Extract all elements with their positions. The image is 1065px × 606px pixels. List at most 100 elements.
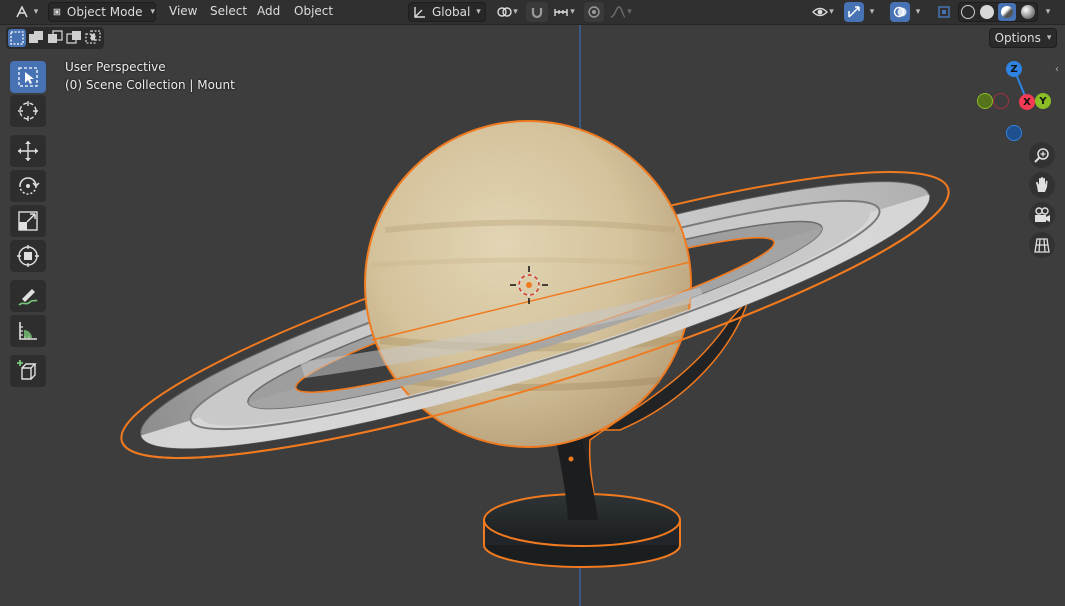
options-label: Options (994, 31, 1041, 45)
gizmo-neg-x-axis[interactable] (993, 93, 1009, 109)
chevron-down-icon: ▾ (150, 7, 155, 17)
material-shading-icon[interactable] (998, 3, 1017, 21)
orientation-label: Global (432, 5, 471, 19)
select-box-icon (18, 67, 38, 87)
grid-ortho-icon (1034, 238, 1050, 253)
camera-view-button[interactable] (1029, 202, 1055, 228)
magnet-icon (531, 8, 543, 19)
pivot-point-dropdown[interactable]: ▾ (492, 2, 522, 22)
tool-measure[interactable] (10, 315, 46, 347)
cursor-icon (18, 101, 38, 121)
viewport-editor-icon (16, 5, 28, 18)
gizmo-x-axis[interactable]: X (1019, 94, 1035, 110)
chevron-down-icon: ▾ (627, 7, 632, 17)
shading-dropdown[interactable]: ▾ (1040, 2, 1056, 22)
mode-dropdown[interactable]: Object Mode ▾ (48, 2, 156, 22)
tool-rotate[interactable] (10, 170, 46, 202)
gizmo-y-axis[interactable]: Y (1035, 93, 1051, 109)
tool-scale[interactable] (10, 205, 46, 237)
chevron-down-icon: ▾ (1045, 7, 1051, 17)
measure-icon (19, 322, 37, 340)
select-invert-button[interactable] (65, 29, 83, 47)
gizmo-z-label: Z (1010, 63, 1018, 75)
gizmo-neg-y-axis[interactable] (977, 93, 993, 109)
overlays-toggle[interactable] (890, 2, 910, 22)
sidebar-toggle-arrow[interactable]: ‹ (1055, 64, 1065, 80)
falloff-dropdown[interactable]: ▾ (606, 2, 636, 22)
shading-modes (958, 2, 1038, 22)
add-cube-icon (17, 360, 37, 380)
editor-type-button[interactable]: ▾ (10, 2, 42, 22)
tool-move[interactable] (10, 135, 46, 167)
scale-icon (18, 211, 38, 231)
gizmo-z-axis[interactable]: Z (1006, 61, 1022, 77)
pan-button[interactable] (1029, 172, 1055, 198)
select-new-button[interactable] (8, 29, 26, 47)
snap-increment-icon (554, 9, 568, 16)
chevron-down-icon: ▾ (1046, 33, 1052, 43)
menu-select[interactable]: Select (210, 4, 247, 18)
move-icon (18, 141, 38, 161)
chevron-down-icon: ▾ (570, 7, 575, 17)
snap-target-dropdown[interactable]: ▾ (550, 2, 578, 22)
select-intersect-icon (85, 30, 101, 44)
chevron-down-icon: ▾ (513, 7, 518, 17)
select-new-icon (10, 31, 24, 45)
eye-icon (812, 7, 829, 17)
gizmo-icon (848, 6, 860, 18)
select-subtract-button[interactable] (46, 29, 64, 47)
gizmo-y-label: Y (1039, 95, 1047, 107)
xray-toggle[interactable] (934, 2, 954, 22)
object-mode-icon (53, 8, 61, 16)
tool-cursor[interactable] (10, 95, 46, 127)
viewport-header: ▾ Object Mode ▾ View Select Add Object G… (0, 0, 1065, 25)
select-extend-button[interactable] (27, 29, 45, 47)
annotate-icon (18, 289, 38, 306)
chevron-down-icon: ▾ (869, 7, 875, 17)
ortho-toggle-button[interactable] (1029, 232, 1055, 258)
pivot-icon (497, 7, 512, 17)
solid-shading-icon[interactable] (979, 5, 994, 19)
proportional-edit-icon (588, 6, 600, 18)
chevron-down-icon: ▾ (829, 7, 834, 17)
gizmo-dropdown[interactable]: ▾ (864, 2, 880, 22)
menu-view[interactable]: View (169, 4, 197, 18)
tool-annotate[interactable] (10, 280, 46, 312)
tool-select-box[interactable] (10, 61, 46, 93)
falloff-curve-icon (611, 6, 626, 18)
tool-add-cube[interactable] (10, 355, 46, 387)
perspective-label: User Perspective (65, 60, 166, 74)
collection-label: (0) Scene Collection | Mount (65, 78, 235, 92)
select-invert-icon (66, 31, 81, 44)
wireframe-shading-icon[interactable] (961, 5, 976, 19)
mode-label: Object Mode (66, 5, 143, 19)
chevron-down-icon: ▾ (476, 7, 481, 17)
orientation-dropdown[interactable]: Global ▾ (408, 2, 486, 22)
snap-toggle[interactable] (526, 2, 548, 22)
proportional-edit-toggle[interactable] (584, 2, 604, 22)
xray-icon (938, 6, 950, 18)
transform-icon (17, 245, 39, 267)
transform-orientation-icon (414, 7, 425, 18)
chevron-down-icon: ▾ (915, 7, 921, 17)
stand-origin (568, 456, 574, 462)
selection-mode-group (6, 27, 104, 49)
options-dropdown[interactable]: Options ▾ (989, 28, 1057, 48)
gizmo-toggle[interactable] (844, 2, 864, 22)
camera-icon (1035, 207, 1050, 222)
select-intersect-button[interactable] (84, 29, 102, 47)
overlays-dropdown[interactable]: ▾ (910, 2, 926, 22)
chevron-down-icon: ▾ (33, 7, 39, 17)
visibility-dropdown[interactable]: ▾ (808, 2, 838, 22)
overlays-icon (893, 6, 907, 18)
select-extend-icon (29, 31, 43, 43)
zoom-button[interactable] (1029, 142, 1055, 168)
hand-pan-icon (1036, 177, 1048, 192)
gizmo-x-label: X (1023, 96, 1031, 108)
menu-object[interactable]: Object (294, 4, 333, 18)
rendered-shading-icon[interactable] (1020, 5, 1035, 19)
tool-transform[interactable] (10, 240, 46, 272)
menu-add[interactable]: Add (257, 4, 280, 18)
select-subtract-icon (48, 30, 63, 43)
gizmo-neg-z-axis[interactable] (1006, 125, 1022, 141)
